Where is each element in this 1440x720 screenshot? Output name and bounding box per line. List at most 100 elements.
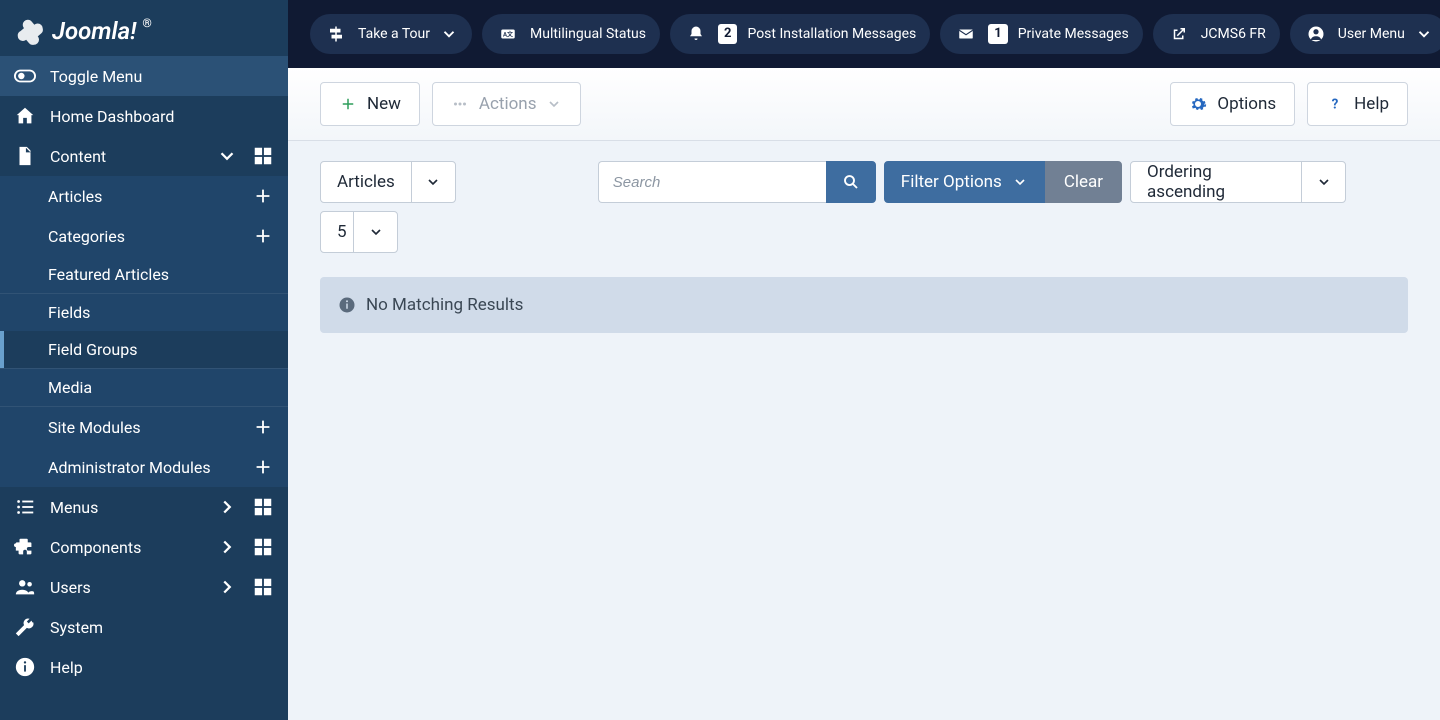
select-toggle[interactable] [411,162,455,202]
pill-label: Private Messages [1018,26,1129,42]
pill-user-menu[interactable]: User Menu [1290,14,1440,54]
gear-icon [1189,95,1207,113]
sidebar-item-label: Content [50,147,202,166]
svg-text:A文: A文 [503,30,514,38]
info-icon [338,296,356,314]
select-toggle[interactable] [353,212,397,252]
button-label: Options [1217,94,1276,114]
pill-site-link[interactable]: JCMS6 FR [1153,14,1280,54]
sidebar-item-field-groups[interactable]: Field Groups [0,331,288,368]
toggle-menu[interactable]: Toggle Menu [0,56,288,96]
info-icon [14,656,36,678]
pill-label: Post Installation Messages [747,26,916,42]
search-input[interactable] [598,161,826,203]
list-icon [14,496,36,518]
sidebar-item-label: System [50,618,274,637]
chevron-down-icon [425,174,441,190]
options-button[interactable]: Options [1170,82,1295,126]
pill-post-install[interactable]: 2 Post Installation Messages [670,14,930,54]
new-button[interactable]: New [320,82,420,126]
pill-private-messages[interactable]: 1 Private Messages [940,14,1142,54]
pill-multilingual[interactable]: A文 Multilingual Status [482,14,660,54]
language-icon: A文 [499,25,517,43]
sidebar-item-label: Articles [48,187,238,206]
filter-options-group: Filter Options Clear [884,161,1122,203]
sidebar-item-featured[interactable]: Featured Articles [0,256,288,293]
sidebar-item-label: Menus [50,498,202,517]
file-icon [14,145,36,167]
sidebar-item-users[interactable]: Users [0,567,288,607]
main: Articles: Fie Take a Tour A文 Multilingua… [288,0,1440,720]
button-label: Clear [1064,172,1103,192]
select-label: 5 [321,222,353,242]
badge: 2 [718,24,737,44]
sidebar-item-menus[interactable]: Menus [0,487,288,527]
plus-icon[interactable] [252,456,274,478]
pill-label: Take a Tour [358,26,430,42]
sidebar-item-fields[interactable]: Fields [0,293,288,331]
home-icon [14,105,36,127]
question-icon: ? [1326,95,1344,113]
chevron-down-icon [440,25,458,43]
button-label: Filter Options [901,172,1002,192]
clear-button[interactable]: Clear [1045,161,1122,203]
filter-options-button[interactable]: Filter Options [884,161,1045,203]
dashboard-icon[interactable] [252,145,274,167]
plus-icon[interactable] [252,225,274,247]
chevron-down-icon [368,224,384,240]
alert-text: No Matching Results [366,295,523,315]
button-label: Actions [479,94,537,114]
badge: 1 [988,24,1007,44]
alert-no-results: No Matching Results [320,277,1408,333]
filters-row: Articles Filter Options Clear [288,141,1440,253]
joomla-logo-icon [14,16,44,46]
sidebar-item-label: Fields [48,303,274,322]
chevron-down-icon [216,145,238,167]
users-icon [14,576,36,598]
chevron-down-icon [1415,25,1433,43]
pill-label: JCMS6 FR [1201,26,1266,42]
sidebar-item-label: Help [50,658,274,677]
sidebar-item-articles[interactable]: Articles [0,176,288,216]
sidebar-item-label: Components [50,538,202,557]
sidebar-item-components[interactable]: Components [0,527,288,567]
help-button[interactable]: ? Help [1307,82,1408,126]
dashboard-icon[interactable] [252,576,274,598]
select-toggle[interactable] [1301,162,1345,202]
sidebar-item-admin-modules[interactable]: Administrator Modules [0,447,288,487]
toggle-icon [14,65,36,87]
ellipsis-icon [451,95,469,113]
context-select[interactable]: Articles [320,161,456,203]
plus-icon[interactable] [252,185,274,207]
sidebar-item-label: Site Modules [48,418,238,437]
sidebar-item-label: Media [48,378,274,397]
trademark: ® [142,16,151,30]
search-button[interactable] [826,161,876,203]
search-icon [842,173,860,191]
sidebar-item-system[interactable]: System [0,607,288,647]
sidebar-item-site-modules[interactable]: Site Modules [0,406,288,447]
sidebar-item-label: Featured Articles [48,265,274,284]
dashboard-icon[interactable] [252,496,274,518]
sidebar-item-home[interactable]: Home Dashboard [0,96,288,136]
toolbar: New Actions Options ? Help [288,68,1440,141]
sidebar-item-categories[interactable]: Categories [0,216,288,256]
search-group [598,161,876,203]
sidebar-item-content[interactable]: Content [0,136,288,176]
brand[interactable]: Joomla!® [0,0,288,56]
plus-icon[interactable] [252,416,274,438]
plus-icon [339,95,357,113]
external-link-icon [1170,25,1188,43]
map-signs-icon [327,25,345,43]
limit-select[interactable]: 5 [320,211,398,253]
sidebar-item-media[interactable]: Media [0,368,288,406]
dashboard-icon[interactable] [252,536,274,558]
ordering-select[interactable]: Ordering ascending [1130,161,1346,203]
sidebar-item-label: Users [50,578,202,597]
select-label: Ordering ascending [1131,162,1301,202]
pill-take-tour[interactable]: Take a Tour [310,14,472,54]
actions-button[interactable]: Actions [432,82,582,126]
sidebar-item-help[interactable]: Help [0,647,288,687]
sidebar-item-label: Field Groups [48,340,274,359]
sidebar-item-label: Categories [48,227,238,246]
